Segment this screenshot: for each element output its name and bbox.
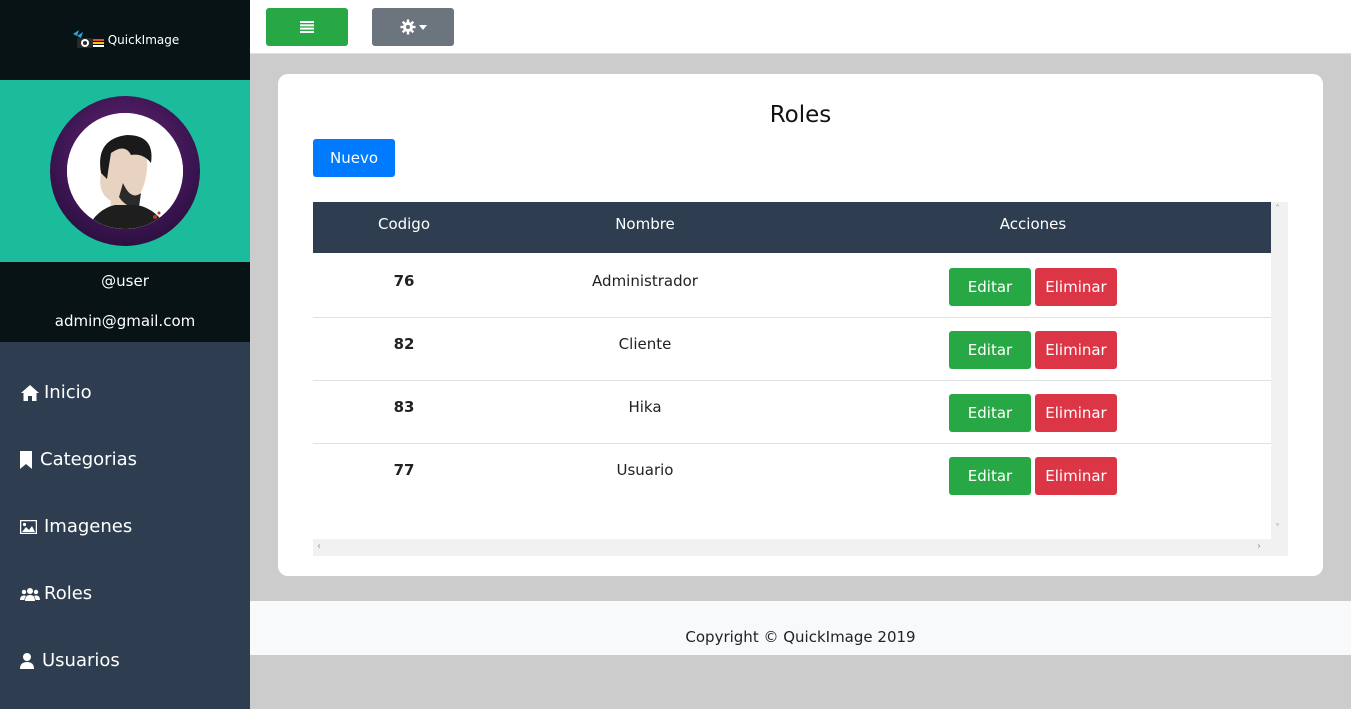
role-name: Cliente (618, 335, 672, 353)
gear-icon (400, 19, 415, 35)
table-header: Codigo Nombre Acciones (313, 202, 1271, 253)
table-body: 76 Administrador Editar Eliminar 82 Clie… (313, 255, 1271, 507)
role-name: Usuario (616, 461, 674, 479)
home-icon (20, 383, 40, 403)
vertical-scrollbar[interactable]: ˄ ˅ (1271, 202, 1288, 556)
user-info: @user admin@gmail.com (0, 262, 250, 342)
table-row: 76 Administrador Editar Eliminar (313, 255, 1271, 318)
copyright-text: Copyright © QuickImage 2019 (685, 628, 916, 646)
scroll-up-icon[interactable]: ˄ (1275, 205, 1280, 215)
scroll-left-icon[interactable]: ‹ (317, 542, 321, 552)
row-actions: Editar Eliminar (949, 457, 1117, 495)
role-code: 76 (393, 272, 415, 290)
users-icon (20, 584, 40, 604)
brand: QuickImage (0, 0, 250, 80)
profile-banner (0, 80, 250, 262)
roles-table: Codigo Nombre Acciones 76 Administrador … (313, 202, 1288, 556)
role-name: Hika (628, 398, 662, 416)
delete-button[interactable]: Eliminar (1035, 268, 1117, 306)
row-actions: Editar Eliminar (949, 394, 1117, 432)
sidebar-item-categorias[interactable]: Categorias (0, 426, 250, 493)
role-code: 77 (393, 461, 415, 479)
sidebar-item-label: Usuarios (42, 650, 120, 671)
roles-card: Roles Nuevo Codigo Nombre Acciones 76 Ad… (278, 74, 1323, 576)
table-row: 77 Usuario Editar Eliminar (313, 444, 1271, 507)
sidebar-nav: Inicio Categorias Imagenes Roles Usuario… (0, 359, 250, 694)
avatar (50, 96, 200, 246)
column-header-name: Nombre (615, 215, 675, 233)
profile-username: @user (101, 272, 149, 290)
brand-name: QuickImage (107, 33, 180, 47)
delete-button[interactable]: Eliminar (1035, 457, 1117, 495)
scroll-right-icon[interactable]: › (1257, 542, 1261, 552)
footer: Copyright © QuickImage 2019 (250, 601, 1351, 655)
edit-button[interactable]: Editar (949, 394, 1031, 432)
edit-button[interactable]: Editar (949, 268, 1031, 306)
sidebar-item-roles[interactable]: Roles (0, 560, 250, 627)
list-icon (300, 21, 314, 33)
table-row: 83 Hika Editar Eliminar (313, 381, 1271, 444)
edit-button[interactable]: Editar (949, 457, 1031, 495)
sidebar-item-label: Categorias (40, 449, 137, 470)
delete-button[interactable]: Eliminar (1035, 331, 1117, 369)
sidebar-item-label: Inicio (44, 382, 92, 403)
delete-button[interactable]: Eliminar (1035, 394, 1117, 432)
sidebar-item-label: Imagenes (44, 516, 133, 537)
row-actions: Editar Eliminar (949, 268, 1117, 306)
avatar-image (67, 113, 183, 229)
sidebar-item-imagenes[interactable]: Imagenes (0, 493, 250, 560)
profile-email: admin@gmail.com (54, 312, 196, 330)
sidebar: QuickImage @user admin@gmail.com Inicio … (0, 0, 250, 709)
topbar (250, 0, 1351, 54)
role-code: 82 (393, 335, 415, 353)
sidebar-item-label: Roles (44, 583, 93, 604)
camera-logo-icon (72, 30, 104, 48)
scroll-down-icon[interactable]: ˅ (1275, 524, 1280, 534)
image-icon (20, 517, 40, 537)
page-title: Roles (769, 102, 832, 128)
brand-logo[interactable]: QuickImage (71, 28, 180, 52)
toggle-sidebar-button[interactable] (266, 8, 348, 46)
settings-dropdown-button[interactable] (372, 8, 454, 46)
user-icon (20, 651, 38, 671)
role-name: Administrador (592, 272, 698, 290)
column-header-code: Codigo (377, 215, 431, 233)
new-role-button[interactable]: Nuevo (313, 139, 395, 177)
table-row: 82 Cliente Editar Eliminar (313, 318, 1271, 381)
sidebar-item-inicio[interactable]: Inicio (0, 359, 250, 426)
bookmark-icon (20, 450, 36, 470)
horizontal-scrollbar[interactable]: ‹ › (313, 539, 1271, 556)
column-header-actions: Acciones (999, 215, 1067, 233)
chevron-down-icon (418, 24, 427, 30)
role-code: 83 (393, 398, 415, 416)
row-actions: Editar Eliminar (949, 331, 1117, 369)
sidebar-item-usuarios[interactable]: Usuarios (0, 627, 250, 694)
edit-button[interactable]: Editar (949, 331, 1031, 369)
